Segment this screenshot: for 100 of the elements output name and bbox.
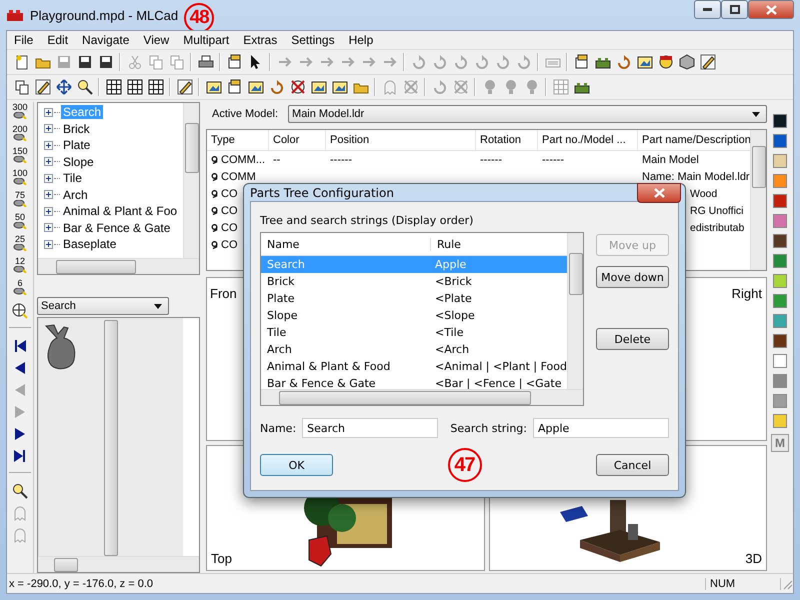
zoom-button[interactable]: 50 [8, 212, 32, 234]
list-row[interactable]: Plate <Plate [261, 290, 567, 307]
expand-icon[interactable] [44, 190, 53, 200]
close-button[interactable] [637, 183, 681, 203]
zoom-button[interactable]: 25 [8, 234, 32, 256]
ok-button[interactable]: OK [260, 454, 333, 476]
minimize-button[interactable] [694, 0, 721, 19]
expand-icon[interactable] [44, 223, 53, 232]
dialog-button[interactable]: Move down [596, 266, 669, 288]
scrollbar[interactable] [567, 233, 583, 389]
list-row[interactable]: Slope <Slope [261, 307, 567, 324]
menu-item[interactable]: File [7, 33, 40, 47]
dialog-button[interactable]: Delete [596, 328, 669, 350]
color-swatch[interactable] [773, 414, 787, 428]
column-header[interactable]: Name [261, 238, 431, 250]
column-header[interactable]: Type [207, 130, 269, 150]
tree-item[interactable]: Bar & Fence & Gate [61, 220, 172, 235]
table-cell: Wood [690, 188, 718, 200]
tree-item[interactable]: Animal & Plant & Foo [61, 204, 180, 218]
tree-item[interactable]: Plate [61, 138, 92, 152]
menu-item[interactable]: Help [342, 33, 380, 47]
expand-icon[interactable] [44, 108, 53, 117]
zoom-button[interactable]: 12 [8, 256, 32, 278]
zoom-button[interactable]: 200 [8, 124, 32, 146]
color-swatch[interactable] [773, 374, 787, 388]
crosshair-icon [12, 303, 28, 319]
column-header[interactable]: Position [326, 130, 476, 150]
color-swatch[interactable] [773, 234, 787, 248]
expand-icon[interactable] [44, 240, 53, 249]
menu-item[interactable]: Multipart [176, 33, 236, 47]
zoom-button[interactable]: 75 [8, 190, 32, 212]
color-swatch[interactable] [773, 174, 787, 188]
table-cell: -- [273, 154, 280, 166]
rule-text: <Arch [435, 343, 470, 356]
menu-item[interactable]: View [136, 33, 176, 47]
maximize-button[interactable] [721, 0, 748, 19]
rotate-icon [410, 54, 426, 70]
magnifier-icon [13, 134, 27, 141]
scrollbar[interactable] [750, 130, 766, 270]
face-icon [658, 54, 674, 70]
callout-number: 47 [448, 448, 482, 482]
expand-icon[interactable] [44, 174, 53, 183]
rule-name: Animal & Plant & Food [266, 360, 392, 373]
tree-item[interactable]: Tile [61, 171, 84, 186]
color-swatch[interactable] [773, 334, 787, 348]
zoom-button[interactable]: 6 [8, 278, 32, 300]
scrollbar[interactable] [38, 318, 183, 556]
name-field[interactable]: Search [302, 418, 438, 438]
color-swatch[interactable] [773, 314, 787, 328]
list-row[interactable]: Animal & Plant & Food <Animal | <Plant | Food [261, 358, 567, 375]
scrollbar[interactable] [38, 258, 199, 274]
color-swatch[interactable] [773, 194, 787, 208]
zoom-button[interactable]: 300 [8, 102, 32, 124]
close-button[interactable] [748, 0, 794, 19]
column-header[interactable]: Part no./Model ... [538, 130, 638, 150]
printer-icon [198, 54, 214, 70]
expand-icon[interactable] [44, 140, 53, 150]
scrollbar[interactable] [261, 389, 583, 405]
color-swatch[interactable] [773, 254, 787, 268]
menu-item[interactable]: Edit [40, 33, 76, 47]
color-swatch[interactable] [773, 394, 787, 408]
menu-item[interactable]: Extras [236, 33, 284, 47]
color-swatch[interactable] [773, 274, 787, 288]
color-swatch[interactable] [773, 214, 787, 228]
palette-button[interactable]: M [771, 434, 789, 452]
scissors-icon [126, 54, 142, 70]
picture-icon [248, 79, 264, 95]
tree-item[interactable]: Baseplate [61, 237, 118, 252]
field-label: Search string: [450, 422, 527, 434]
tree-item[interactable]: Slope [61, 154, 96, 169]
active-model-dropdown[interactable]: Main Model.ldr [288, 105, 767, 123]
tree-item[interactable]: Arch [61, 188, 90, 202]
properties-icon [574, 54, 590, 70]
tree-item[interactable]: Brick [61, 122, 92, 136]
part-filter-dropdown[interactable]: Search [37, 297, 169, 315]
coordinates-readout: x = -290.0, y = -176.0, z = 0.0 [8, 578, 154, 590]
expand-icon[interactable] [44, 157, 53, 166]
color-swatch[interactable] [773, 134, 787, 148]
column-header[interactable]: Rotation [476, 130, 538, 150]
cancel-button[interactable]: Cancel [596, 454, 669, 476]
rotate-icon [616, 54, 632, 70]
column-header[interactable]: Color [269, 130, 326, 150]
search-string-field[interactable]: Apple [533, 418, 669, 438]
menu-item[interactable]: Settings [284, 33, 342, 47]
color-swatch[interactable] [773, 154, 787, 168]
color-swatch[interactable] [773, 114, 787, 128]
menu-item[interactable]: Navigate [75, 33, 136, 47]
rule-name: Search [266, 258, 306, 271]
expand-icon[interactable] [44, 206, 53, 216]
color-swatch[interactable] [773, 294, 787, 308]
list-row[interactable]: Arch <Arch [261, 341, 567, 358]
zoom-button[interactable]: 150 [8, 146, 32, 168]
zoom-button[interactable]: 100 [8, 168, 32, 190]
color-swatch[interactable] [773, 354, 787, 368]
expand-icon[interactable] [44, 124, 53, 134]
scrollbar[interactable] [183, 103, 199, 258]
list-row[interactable]: Brick <Brick [261, 273, 567, 290]
list-row[interactable]: Tile <Tile [261, 324, 567, 341]
column-header[interactable]: Rule [431, 238, 461, 250]
scrollbar[interactable] [38, 556, 199, 572]
